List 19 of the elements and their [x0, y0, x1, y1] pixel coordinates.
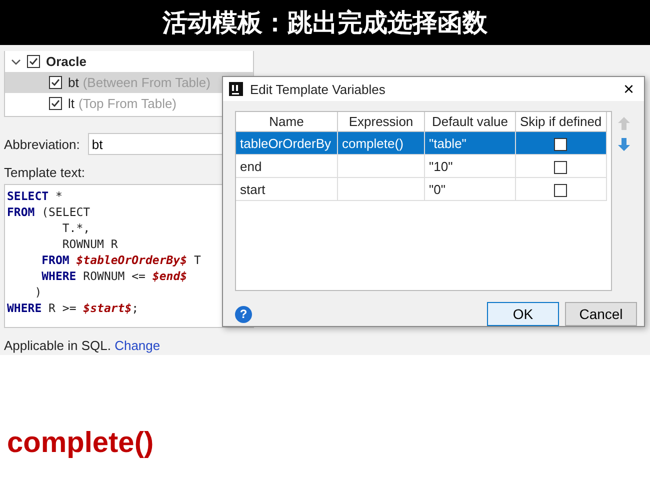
code-line: ROWNUM R: [61, 236, 118, 252]
code-line: FROM $tableOrOrderBy$ T: [40, 252, 201, 268]
table-cell: "0": [424, 178, 516, 200]
code-line: ): [34, 284, 42, 300]
table-cell: "table": [424, 132, 516, 154]
code-line: T.*,: [61, 220, 90, 236]
code-line: SELECT *: [7, 188, 62, 204]
item-description: (Between From Table): [82, 75, 210, 90]
item-description: (Top From Table): [78, 96, 177, 111]
caption: complete(): [7, 427, 154, 459]
field-label: Abbreviation:: [4, 136, 80, 152]
slide-title: 活动模板：跳出完成选择函数: [162, 7, 488, 39]
code-line: FROM (SELECT: [7, 204, 90, 220]
dialog-title: Edit Template Variables: [250, 82, 386, 96]
code-line: WHERE R >= $start$;: [7, 300, 139, 316]
table-cell-text: complete(): [342, 136, 404, 150]
code-line: WHERE ROWNUM <= $end$: [40, 268, 188, 284]
table-cell: "10": [424, 154, 516, 178]
applicable-text: Applicable in SQL.: [4, 338, 112, 353]
